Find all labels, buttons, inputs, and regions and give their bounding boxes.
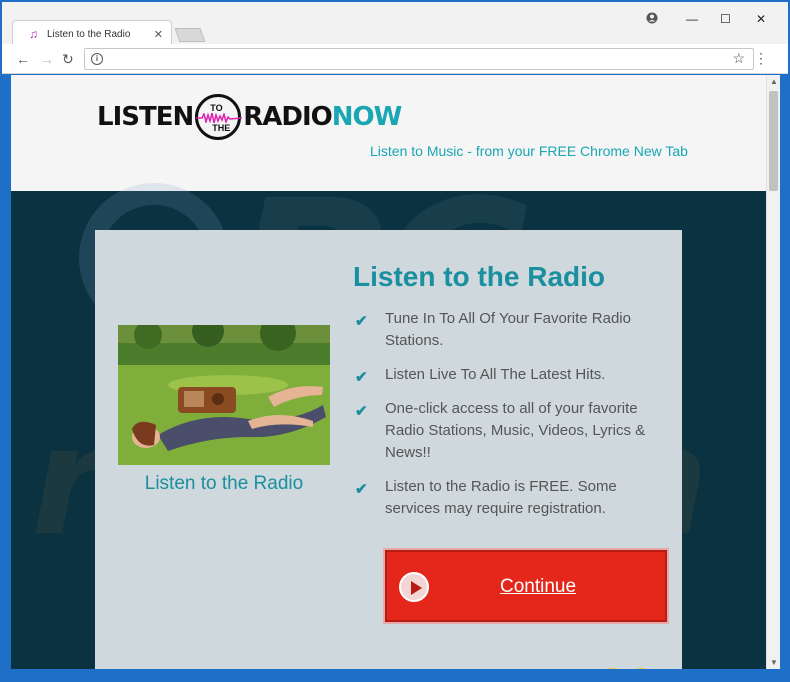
card-title: Listen to the Radio [353,261,605,292]
forward-arrow-icon[interactable]: → [40,51,54,67]
logo-to: TO [210,103,223,113]
offer-card: Listen to the Radio Listen to the Radio … [95,230,682,669]
tab-strip: ♫ Listen to the Radio ✕ — ☐ ✕ [2,2,788,47]
new-tab-button[interactable] [174,28,206,42]
close-tab-icon[interactable]: ✕ [154,28,163,41]
scroll-thumb[interactable] [769,91,778,191]
maximize-button[interactable]: ☐ [720,12,731,26]
scroll-down-arrow-icon[interactable]: ▼ [770,658,778,667]
feature-text: One-click access to all of your favorite… [385,400,646,461]
logo-listen: LISTEN [97,102,194,132]
sound-wave-icon [196,113,243,123]
feature-text: Tune In To All Of Your Favorite Radio St… [385,310,631,349]
feature-list: ✔ Tune In To All Of Your Favorite Radio … [353,308,658,532]
bookmark-star-icon[interactable]: ☆ [732,50,745,67]
browser-toolbar: ← → ↻ i ☆ ⋮ [2,44,788,74]
feature-item: ✔ Tune In To All Of Your Favorite Radio … [353,308,658,352]
continue-button[interactable]: Continue [385,550,667,622]
close-window-button[interactable]: ✕ [756,12,766,26]
radio-photo [118,325,330,465]
feature-item: ✔ Listen to the Radio is FREE. Some serv… [353,476,658,520]
logo-circle: TO THE [195,94,243,140]
logo-the: THE [212,123,231,133]
back-arrow-icon[interactable]: ← [16,51,30,67]
browser-window: ♫ Listen to the Radio ✕ — ☐ ✕ ← → ↻ i ☆ … [0,0,790,682]
page-viewport: LISTEN TO THE RADIO NOW Listen to Music … [11,75,766,669]
feature-item: ✔ One-click access to all of your favori… [353,398,658,464]
photo-caption: Listen to the Radio [144,473,304,494]
check-icon: ✔ [355,313,368,330]
music-note-icon: ♫ [29,27,38,41]
vertical-scrollbar[interactable]: ▲ ▼ [766,75,780,669]
check-icon: ✔ [355,369,368,386]
logo-radio: RADIO [243,102,333,132]
menu-dots-icon[interactable]: ⋮ [754,50,768,67]
continue-label: Continue [499,576,577,597]
tab-title: Listen to the Radio [47,28,131,40]
reload-icon[interactable]: ↻ [62,51,74,67]
account-icon[interactable] [646,12,658,27]
scroll-up-arrow-icon[interactable]: ▲ [770,77,778,86]
site-logo: LISTEN TO THE RADIO NOW [97,94,403,140]
info-icon[interactable]: i [91,53,103,65]
logo-now: NOW [331,102,403,132]
check-icon: ✔ [355,403,368,420]
minimize-button[interactable]: — [686,12,698,26]
feature-text: Listen to the Radio is FREE. Some servic… [385,478,617,517]
decorative-blobs [607,668,647,669]
browser-tab[interactable]: ♫ Listen to the Radio ✕ [12,20,172,47]
check-icon: ✔ [355,481,368,498]
address-bar[interactable]: i ☆ [84,48,754,70]
feature-text: Listen Live To All The Latest Hits. [385,366,606,383]
feature-item: ✔ Listen Live To All The Latest Hits. [353,364,658,386]
